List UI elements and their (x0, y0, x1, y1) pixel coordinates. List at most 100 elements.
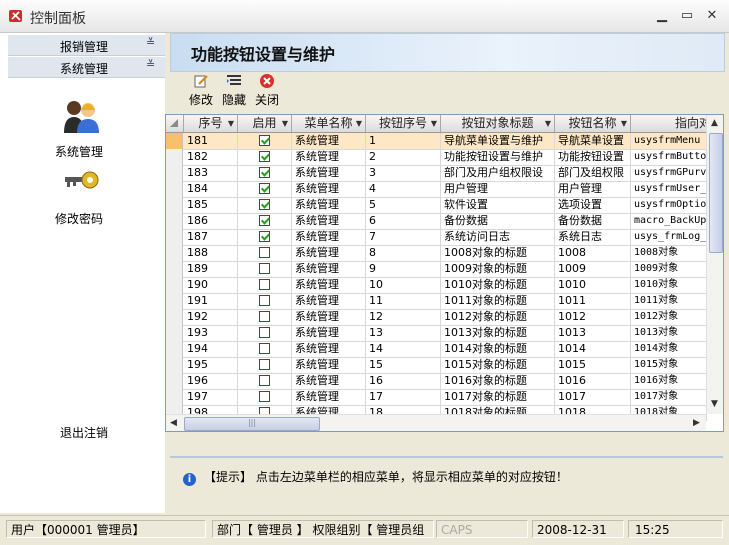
table-row[interactable]: 194 系统管理 14 1014对象的标题 1014 1014对象 (166, 341, 707, 358)
table-row[interactable]: 184 系统管理 4 用户管理 用户管理 usysfrmUser_ (166, 181, 707, 198)
scroll-right-icon[interactable]: ▶ (693, 418, 700, 428)
table-row[interactable]: 182 系统管理 2 功能按钮设置与维护 功能按钮设置 usysfrmButto (166, 149, 707, 166)
cell-id[interactable]: 188 (184, 245, 238, 261)
cell-menu-name[interactable]: 系统管理 (292, 197, 366, 213)
cell-id[interactable]: 185 (184, 197, 238, 213)
cell-button-seq[interactable]: 13 (366, 325, 441, 341)
row-selector[interactable] (166, 389, 183, 405)
horizontal-scrollbar[interactable]: ◀ ||| ▶ (166, 414, 706, 431)
cell-menu-name[interactable]: 系统管理 (292, 389, 366, 405)
cell-button-seq[interactable]: 5 (366, 197, 441, 213)
cell-button-seq[interactable]: 3 (366, 165, 441, 181)
cell-object-title[interactable]: 1008对象的标题 (441, 245, 555, 261)
cell-object-title[interactable]: 1015对象的标题 (441, 357, 555, 373)
enabled-checkbox[interactable] (259, 135, 270, 146)
column-header-button-name[interactable]: 按钮名称 ▼ (555, 115, 631, 132)
cell-object-title[interactable]: 1009对象的标题 (441, 261, 555, 277)
cell-button-seq[interactable]: 10 (366, 277, 441, 293)
enabled-checkbox[interactable] (259, 359, 270, 370)
cell-button-name[interactable]: 选项设置 (555, 197, 631, 213)
table-row[interactable]: 181 系统管理 1 导航菜单设置与维护 导航菜单设置 usysfrmMenu (166, 133, 707, 150)
cell-object-title[interactable]: 1010对象的标题 (441, 277, 555, 293)
enabled-checkbox[interactable] (259, 231, 270, 242)
cell-target[interactable]: 1014对象 (631, 341, 707, 357)
cell-object-title[interactable]: 1017对象的标题 (441, 389, 555, 405)
cell-object-title[interactable]: 1016对象的标题 (441, 373, 555, 389)
cell-object-title[interactable]: 部门及用户组权限设 (441, 165, 555, 181)
column-header-button-seq[interactable]: 按钮序号 ▼ (366, 115, 441, 132)
cell-target[interactable]: 1017对象 (631, 389, 707, 405)
enabled-checkbox[interactable] (259, 295, 270, 306)
close-window-button[interactable]: ✕ (702, 6, 722, 26)
row-selector[interactable] (166, 133, 183, 149)
cell-object-title[interactable]: 功能按钮设置与维护 (441, 149, 555, 165)
sidebar-item-system-management[interactable]: 系统管理 (55, 143, 103, 160)
vertical-scrollbar[interactable]: ▲ ▼ (706, 115, 723, 414)
column-header-target[interactable]: 指向对 (631, 115, 714, 132)
cell-button-seq[interactable]: 7 (366, 229, 441, 245)
scroll-left-icon[interactable]: ◀ (170, 418, 177, 428)
cell-menu-name[interactable]: 系统管理 (292, 277, 366, 293)
row-selector[interactable] (166, 165, 183, 181)
cell-id[interactable]: 195 (184, 357, 238, 373)
row-selector[interactable] (166, 357, 183, 373)
cell-menu-name[interactable]: 系统管理 (292, 309, 366, 325)
cell-target[interactable]: usysfrmMenu (631, 133, 707, 149)
cell-menu-name[interactable]: 系统管理 (292, 373, 366, 389)
row-selector[interactable] (166, 277, 183, 293)
cell-menu-name[interactable]: 系统管理 (292, 261, 366, 277)
cell-button-name[interactable]: 1012 (555, 309, 631, 325)
enabled-checkbox[interactable] (259, 263, 270, 274)
cell-button-name[interactable]: 1010 (555, 277, 631, 293)
cell-button-seq[interactable]: 4 (366, 181, 441, 197)
cell-menu-name[interactable]: 系统管理 (292, 213, 366, 229)
cell-id[interactable]: 189 (184, 261, 238, 277)
enabled-checkbox[interactable] (259, 183, 270, 194)
cell-button-name[interactable]: 导航菜单设置 (555, 133, 631, 149)
table-row[interactable]: 190 系统管理 10 1010对象的标题 1010 1010对象 (166, 277, 707, 294)
cell-menu-name[interactable]: 系统管理 (292, 245, 366, 261)
cell-button-seq[interactable]: 2 (366, 149, 441, 165)
cell-button-name[interactable]: 1016 (555, 373, 631, 389)
enabled-checkbox[interactable] (259, 375, 270, 386)
cell-object-title[interactable]: 1012对象的标题 (441, 309, 555, 325)
table-row[interactable]: 185 系统管理 5 软件设置 选项设置 usysfrmOptio (166, 197, 707, 214)
cell-target[interactable]: 1011对象 (631, 293, 707, 309)
cell-target[interactable]: 1015对象 (631, 357, 707, 373)
cell-button-name[interactable]: 功能按钮设置 (555, 149, 631, 165)
cell-target[interactable]: 1008对象 (631, 245, 707, 261)
row-selector[interactable] (166, 245, 183, 261)
logout-link[interactable]: 退出注销 (60, 424, 108, 441)
enabled-checkbox[interactable] (259, 327, 270, 338)
enabled-checkbox[interactable] (259, 247, 270, 258)
cell-button-name[interactable]: 1011 (555, 293, 631, 309)
cell-menu-name[interactable]: 系统管理 (292, 229, 366, 245)
cell-object-title[interactable]: 用户管理 (441, 181, 555, 197)
key-icon[interactable] (64, 169, 100, 195)
cell-id[interactable]: 193 (184, 325, 238, 341)
row-selector[interactable] (166, 229, 183, 245)
cell-id[interactable]: 194 (184, 341, 238, 357)
cell-target[interactable]: 1016对象 (631, 373, 707, 389)
table-row[interactable]: 189 系统管理 9 1009对象的标题 1009 1009对象 (166, 261, 707, 278)
cell-target[interactable]: 1012对象 (631, 309, 707, 325)
cell-button-name[interactable]: 1013 (555, 325, 631, 341)
cell-id[interactable]: 192 (184, 309, 238, 325)
enabled-checkbox[interactable] (259, 215, 270, 226)
cell-object-title[interactable]: 1014对象的标题 (441, 341, 555, 357)
sidebar-section-expense[interactable]: 报销管理 ≚ (8, 35, 165, 56)
minimize-button[interactable]: ▁ (652, 6, 672, 26)
cell-target[interactable]: usys_frmLog_ (631, 229, 707, 245)
row-selector[interactable] (166, 261, 183, 277)
row-selector[interactable] (166, 373, 183, 389)
cell-button-name[interactable]: 1017 (555, 389, 631, 405)
cell-target[interactable]: usysfrmGPurv (631, 165, 707, 181)
cell-target[interactable]: usysfrmUser_ (631, 181, 707, 197)
cell-object-title[interactable]: 1013对象的标题 (441, 325, 555, 341)
cell-button-seq[interactable]: 14 (366, 341, 441, 357)
cell-button-seq[interactable]: 6 (366, 213, 441, 229)
row-selector[interactable] (166, 197, 183, 213)
cell-id[interactable]: 183 (184, 165, 238, 181)
cell-target[interactable]: 1010对象 (631, 277, 707, 293)
users-icon[interactable] (62, 99, 100, 135)
